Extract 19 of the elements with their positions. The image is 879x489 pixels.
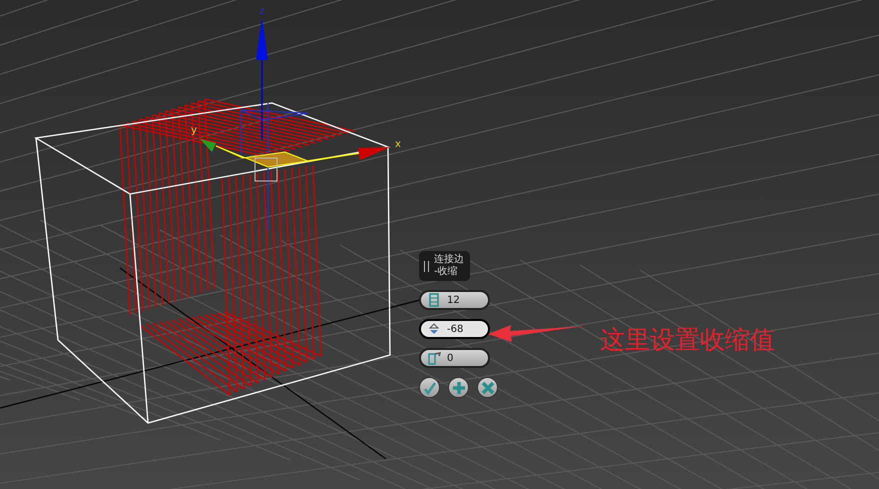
caddy-title: 连接边 xyxy=(434,254,464,266)
plus-icon xyxy=(452,380,466,394)
field-value: -68 xyxy=(447,324,464,334)
annotation-text: 这里设置收缩值 xyxy=(600,324,775,356)
axis-label: z xyxy=(259,6,265,17)
segments-icon xyxy=(427,293,441,307)
field-value: 12 xyxy=(447,294,460,306)
spinner-field[interactable]: -68 xyxy=(419,319,490,339)
pinch-icon xyxy=(427,322,441,336)
grip-icon[interactable] xyxy=(424,260,429,272)
spinner-field[interactable]: 12 xyxy=(419,290,490,310)
caddy-title-panel[interactable]: 连接边 -收缩 xyxy=(419,251,470,281)
caddy-title: -收缩 xyxy=(434,266,459,278)
spinner-field[interactable]: 0 xyxy=(419,348,490,368)
slide-icon xyxy=(427,351,441,365)
field-value: 0 xyxy=(447,352,454,364)
axis-label: x xyxy=(395,139,401,150)
x-icon xyxy=(480,380,494,394)
checkmark-icon xyxy=(422,380,436,394)
